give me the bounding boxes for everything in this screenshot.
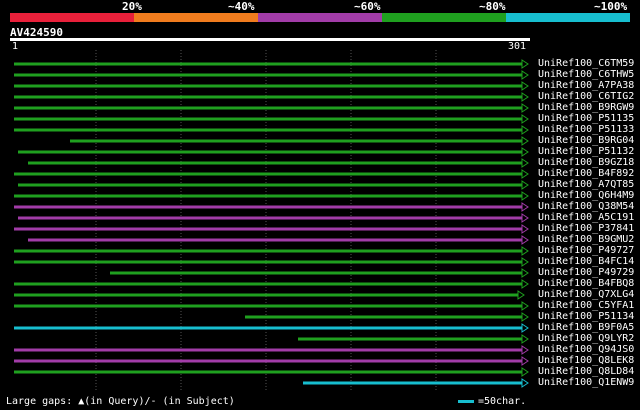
hit-label[interactable]: UniRef100_Q38M54	[538, 201, 634, 212]
hit-label[interactable]: UniRef100_B9RG04	[538, 135, 634, 146]
alignment-arrow	[521, 224, 529, 234]
hit-label[interactable]: UniRef100_Q8LD84	[538, 366, 634, 377]
alignment-arrow	[521, 59, 529, 69]
alignment-arrow	[521, 103, 529, 113]
scale-label: =50char.	[478, 396, 527, 407]
hit-label[interactable]: UniRef100_Q1ENW9	[538, 377, 634, 388]
hit-label[interactable]: UniRef100_A7QT85	[538, 179, 634, 190]
alignment-arrow	[521, 301, 529, 311]
hit-label[interactable]: UniRef100_B9GZ18	[538, 157, 634, 168]
alignment-arrow	[521, 312, 529, 322]
alignment-arrow	[521, 169, 529, 179]
alignment-arrow	[521, 70, 529, 80]
hit-label[interactable]: UniRef100_P51135	[538, 113, 634, 124]
alignment-arrow	[521, 367, 529, 377]
alignment-arrow	[521, 235, 529, 245]
hit-label[interactable]: UniRef100_Q94JS0	[538, 344, 634, 355]
hit-label[interactable]: UniRef100_P49727	[538, 245, 634, 256]
alignment-arrow	[521, 213, 529, 223]
alignment-arrow	[521, 92, 529, 102]
hit-label[interactable]: UniRef100_B4F892	[538, 168, 634, 179]
hit-label[interactable]: UniRef100_B9F0A5	[538, 322, 634, 333]
hit-label[interactable]: UniRef100_P37841	[538, 223, 634, 234]
alignment-arrow	[521, 202, 529, 212]
alignment-arrow	[521, 257, 529, 267]
alignment-arrow	[521, 323, 529, 333]
hit-label[interactable]: UniRef100_P51134	[538, 311, 634, 322]
hit-label[interactable]: UniRef100_B9GMU2	[538, 234, 634, 245]
gap-legend: Large gaps: ▲(in Query)/- (in Subject)	[6, 396, 235, 407]
alignment-arrow	[521, 191, 529, 201]
alignment-arrow	[521, 279, 529, 289]
alignment-arrow	[521, 158, 529, 168]
alignment-arrow	[521, 147, 529, 157]
hit-label[interactable]: UniRef100_C6TIG2	[538, 91, 634, 102]
alignment-arrow	[521, 246, 529, 256]
hit-label[interactable]: UniRef100_C6THW5	[538, 69, 634, 80]
hit-label[interactable]: UniRef100_Q9LYR2	[538, 333, 634, 344]
hit-label[interactable]: UniRef100_C5YFA1	[538, 300, 634, 311]
hit-label[interactable]: UniRef100_A5C191	[538, 212, 634, 223]
alignment-arrow	[521, 125, 529, 135]
hit-label[interactable]: UniRef100_P51133	[538, 124, 634, 135]
alignment-arrow	[521, 345, 529, 355]
hit-label[interactable]: UniRef100_B4FBQ8	[538, 278, 634, 289]
hit-label[interactable]: UniRef100_Q8LEK8	[538, 355, 634, 366]
hit-label[interactable]: UniRef100_P49729	[538, 267, 634, 278]
hit-label[interactable]: UniRef100_Q6H4M9	[538, 190, 634, 201]
hit-label[interactable]: UniRef100_Q7XLG4	[538, 289, 634, 300]
hit-label[interactable]: UniRef100_C6TM59	[538, 58, 634, 69]
alignment-arrow	[521, 378, 529, 388]
alignment-arrow	[521, 136, 529, 146]
hit-label[interactable]: UniRef100_P51132	[538, 146, 634, 157]
scale-bar	[458, 400, 474, 403]
hit-label[interactable]: UniRef100_B9RGW9	[538, 102, 634, 113]
alignment-arrow	[521, 356, 529, 366]
hit-label[interactable]: UniRef100_A7PA38	[538, 80, 634, 91]
hit-label[interactable]: UniRef100_B4FC14	[538, 256, 634, 267]
alignment-arrow	[521, 81, 529, 91]
alignment-arrow	[521, 180, 529, 190]
alignment-arrow	[521, 114, 529, 124]
alignment-arrow	[517, 290, 525, 300]
alignment-arrow	[521, 268, 529, 278]
alignment-arrow	[521, 334, 529, 344]
